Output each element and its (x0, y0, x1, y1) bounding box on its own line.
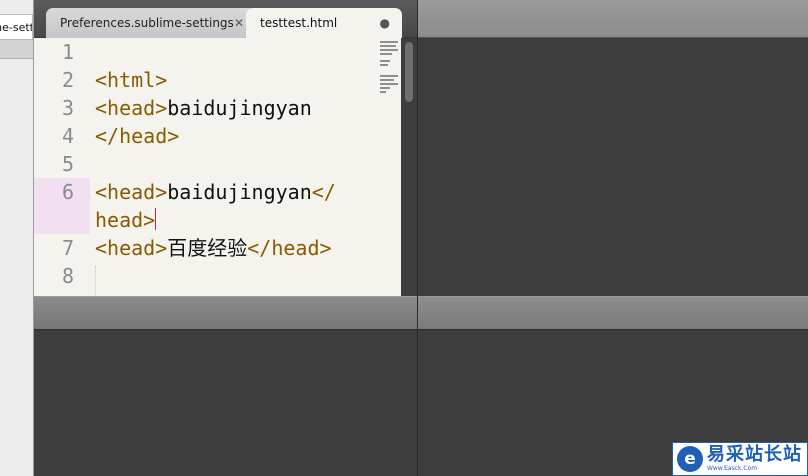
tab-testtest[interactable]: testtest.html ● (246, 8, 402, 38)
horizontal-panel-bar (418, 296, 808, 330)
line-number: 3 (61, 96, 74, 120)
html-tag: <head> (95, 96, 168, 120)
tab-bar: Preferences.sublime-settings ✕ testtest.… (34, 0, 417, 38)
html-tag: head> (95, 208, 156, 232)
minimap[interactable] (380, 38, 401, 296)
code-line: 5 4 </head> (34, 122, 401, 150)
lower-empty-pane (34, 330, 417, 476)
tab-label: Preferences.sublime-settings (60, 16, 234, 30)
left-pane-strip (0, 40, 33, 59)
line-number: 2 (61, 68, 74, 92)
html-tag: <html> (95, 68, 168, 92)
line-number: 6 (61, 180, 74, 204)
logo-e-icon: e (677, 446, 703, 472)
html-tag: </head> (247, 236, 332, 260)
code-line: 2 <html> (34, 66, 401, 94)
text-caret (155, 208, 157, 230)
tab-label: testtest.html (260, 16, 338, 30)
site-logo: e 易采站长站 Www.Easck.Com (672, 442, 808, 476)
line-number: 7 (61, 236, 74, 260)
indent-guide (95, 266, 96, 296)
code-line: 1 (34, 38, 401, 66)
code-text: baidujingyan (167, 180, 312, 204)
tab-bar-empty (418, 0, 808, 38)
empty-editor-area (418, 38, 808, 296)
line-number: 1 (61, 40, 74, 64)
code-line: 5 (34, 150, 401, 178)
tab-preferences[interactable]: Preferences.sublime-settings ✕ (46, 8, 256, 38)
code-line-wrapped: head> (34, 206, 401, 234)
editor-group-2 (418, 0, 808, 476)
partial-tab-label: me-sett (0, 21, 33, 34)
unsaved-dot-icon[interactable]: ● (380, 8, 390, 38)
line-number: 8 (61, 264, 74, 288)
code-text: baidujingyan (167, 96, 312, 120)
horizontal-panel-bar (34, 296, 417, 330)
logo-url: Www.Easck.Com (707, 465, 758, 472)
vertical-scrollbar[interactable] (401, 38, 417, 296)
line-number: 5 (61, 152, 74, 176)
left-editor-pane: me-sett (0, 0, 34, 476)
line-number: 4 (61, 124, 74, 148)
partial-tab[interactable]: me-sett (0, 14, 33, 40)
code-line: 3 <head>baidujingyan (34, 94, 401, 122)
html-tag: </ (311, 180, 336, 204)
code-line: 8 (34, 262, 401, 290)
code-line: 7 <head>百度经验</head> (34, 234, 401, 262)
html-tag: <head> (95, 236, 168, 260)
code-text: 百度经验 (167, 236, 248, 260)
html-tag: <head> (95, 180, 168, 204)
code-line-current: 6 <head>baidujingyan</ (34, 178, 401, 206)
logo-name: 易采站长站 (707, 444, 802, 465)
scrollbar-thumb[interactable] (405, 42, 413, 102)
editor-group-1: Preferences.sublime-settings ✕ testtest.… (34, 0, 417, 476)
html-tag: </head> (95, 124, 180, 148)
code-editor[interactable]: 1 2 <html> 3 <head>baidujingyan 5 4 </he… (34, 38, 401, 296)
close-icon[interactable]: ✕ (234, 8, 244, 38)
